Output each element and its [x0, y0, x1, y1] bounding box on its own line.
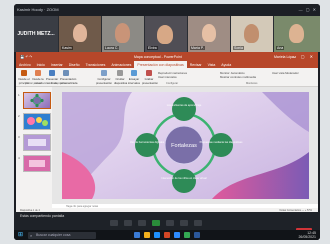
- current-slide[interactable]: Fortalezas Los ambientes de aprendizaje …: [62, 92, 309, 199]
- record-show-button[interactable]: Grabar presentación: [142, 70, 158, 85]
- participant-label: Ana: [276, 46, 285, 50]
- slide-thumbnail[interactable]: [23, 113, 51, 130]
- call-window-controls[interactable]: — ▢ ✕: [299, 7, 317, 12]
- task-view-icon[interactable]: [134, 232, 140, 238]
- chat-icon[interactable]: [166, 220, 174, 226]
- search-icon: ⌕: [30, 232, 33, 238]
- tab-design[interactable]: Diseño: [66, 61, 83, 68]
- file-explorer-icon[interactable]: [144, 232, 150, 238]
- participant-label: Elvira: [147, 46, 158, 50]
- participant-name: JUDITH METZ...: [17, 31, 55, 37]
- powerpoint-window: 💾 ↶ ↷ Mapa conceptual - PowerPoint Marie…: [16, 52, 318, 212]
- participant-gallery: JUDITH METZ... Kasim Laura C. Elvira Mar…: [14, 16, 320, 52]
- slide-thumbnail[interactable]: [23, 92, 51, 109]
- node-top-label: Los ambientes de aprendizaje: [167, 103, 202, 107]
- participant-tile[interactable]: Elvira: [145, 16, 187, 52]
- participant-tile[interactable]: Laura C.: [102, 16, 144, 52]
- record-icon: [146, 70, 152, 76]
- mute-icon[interactable]: [110, 220, 118, 226]
- ribbon: Desde el principio Desde la actual Prese…: [16, 68, 318, 87]
- play-current-icon: [35, 70, 41, 76]
- node-right: [209, 133, 233, 157]
- show-media-controls-check[interactable]: Mostrar controles multimedia: [220, 75, 256, 79]
- setup-icon: [101, 70, 107, 76]
- play-icon: [21, 70, 27, 76]
- participant-label: Sonia: [233, 46, 244, 50]
- node-bottom-label: Interacción de los niños en clase virtua…: [161, 176, 207, 180]
- zoom-icon[interactable]: [174, 232, 180, 238]
- slide-canvas: Fortalezas Los ambientes de aprendizaje …: [52, 87, 318, 204]
- sharing-notice: Estás compartiendo pantalla: [20, 214, 65, 218]
- video-icon[interactable]: [124, 220, 132, 226]
- document-title: Mapa conceptual - PowerPoint: [134, 54, 182, 59]
- participant-tile[interactable]: Kasim: [59, 16, 101, 52]
- participants-icon[interactable]: [138, 220, 146, 226]
- globe-icon: [49, 70, 55, 76]
- node-right-label: Propuestas mediante las diapositivas: [200, 140, 244, 144]
- share-screen-icon[interactable]: [152, 220, 160, 226]
- node-left: [135, 133, 159, 157]
- participant-tile-name[interactable]: JUDITH METZ...: [14, 16, 58, 52]
- tab-review[interactable]: Revisar: [187, 61, 205, 68]
- reactions-icon[interactable]: [194, 220, 202, 226]
- windows-start-icon[interactable]: ⊞: [18, 232, 24, 238]
- setup-show-button[interactable]: Configurar presentación: [96, 70, 112, 85]
- system-clock[interactable]: 12:45 26/05/2021: [298, 231, 316, 239]
- slide-thumbnail[interactable]: [23, 134, 51, 151]
- ribbon-group-label: Iniciar presentación con diapositivas: [26, 82, 68, 85]
- ribbon-group-label: Monitores: [246, 82, 258, 85]
- participant-label: María P.: [190, 46, 205, 50]
- participant-tile[interactable]: Sonia: [231, 16, 273, 52]
- taskbar-search-input[interactable]: ⌕ Buscar cualquier cosa: [28, 231, 96, 239]
- node-left-label: Uso de herramientas digitales: [130, 140, 165, 144]
- node-bottom: [172, 169, 196, 193]
- ppt-titlebar: 💾 ↶ ↷ Mapa conceptual - PowerPoint Marie…: [16, 52, 318, 61]
- center-label: Fortalezas: [171, 143, 197, 149]
- tab-file[interactable]: Archivo: [16, 61, 34, 68]
- participant-tile[interactable]: María P.: [188, 16, 230, 52]
- windows-taskbar: ⊞ ⌕ Buscar cualquier cosa 12:45 26/05/20…: [14, 230, 320, 240]
- participant-label: Laura C.: [104, 46, 120, 50]
- quick-access-toolbar[interactable]: 💾 ↶ ↷: [20, 55, 32, 59]
- ribbon-group-label: Configurar: [166, 82, 179, 85]
- presenter-view-check[interactable]: Usar vista Moderador: [272, 71, 299, 75]
- call-title: Kasimir Hoody · ZOOM: [17, 7, 59, 12]
- participant-label: Kasim: [61, 46, 73, 50]
- meeting-bar: Estás compartiendo pantalla Finalizar ⊞ …: [14, 212, 320, 240]
- word-icon[interactable]: [194, 232, 200, 238]
- slide-thumbnails: 1 2 3 4: [16, 87, 52, 212]
- ribbon-tabs: Archivo Inicio Insertar Diseño Transicio…: [16, 61, 318, 68]
- tab-view[interactable]: Vista: [205, 61, 219, 68]
- record-icon[interactable]: [180, 220, 188, 226]
- meeting-controls: Finalizar: [14, 220, 320, 234]
- ppt-window-controls[interactable]: — ▢ ✕: [292, 54, 315, 59]
- hide-slide-icon: [117, 70, 123, 76]
- rehearse-timings-button[interactable]: Ensayar intervalos: [128, 70, 140, 85]
- use-timings-check[interactable]: Usar intervalos: [158, 75, 177, 79]
- tab-slideshow[interactable]: Presentación con diapositivas: [134, 61, 187, 68]
- slide-thumbnail[interactable]: [23, 155, 51, 172]
- tab-transitions[interactable]: Transiciones: [83, 61, 109, 68]
- chrome-icon[interactable]: [184, 232, 190, 238]
- tab-help[interactable]: Ayuda: [218, 61, 234, 68]
- clock-icon: [131, 70, 137, 76]
- monitor-screen: Kasimir Hoody · ZOOM — ▢ ✕ JUDITH METZ..…: [14, 4, 320, 240]
- custom-show-icon: [63, 70, 69, 76]
- concept-map: Fortalezas Los ambientes de aprendizaje …: [62, 92, 309, 199]
- video-call-titlebar: Kasimir Hoody · ZOOM — ▢ ✕: [14, 4, 320, 16]
- tab-home[interactable]: Inicio: [34, 61, 48, 68]
- tab-insert[interactable]: Insertar: [48, 61, 66, 68]
- hide-slide-button[interactable]: Ocultar diapositiva: [114, 70, 127, 85]
- edge-icon[interactable]: [154, 232, 160, 238]
- participant-tile[interactable]: Ana: [274, 16, 320, 52]
- tab-animations[interactable]: Animaciones: [108, 61, 134, 68]
- powerpoint-icon[interactable]: [164, 232, 170, 238]
- node-top: [172, 97, 196, 121]
